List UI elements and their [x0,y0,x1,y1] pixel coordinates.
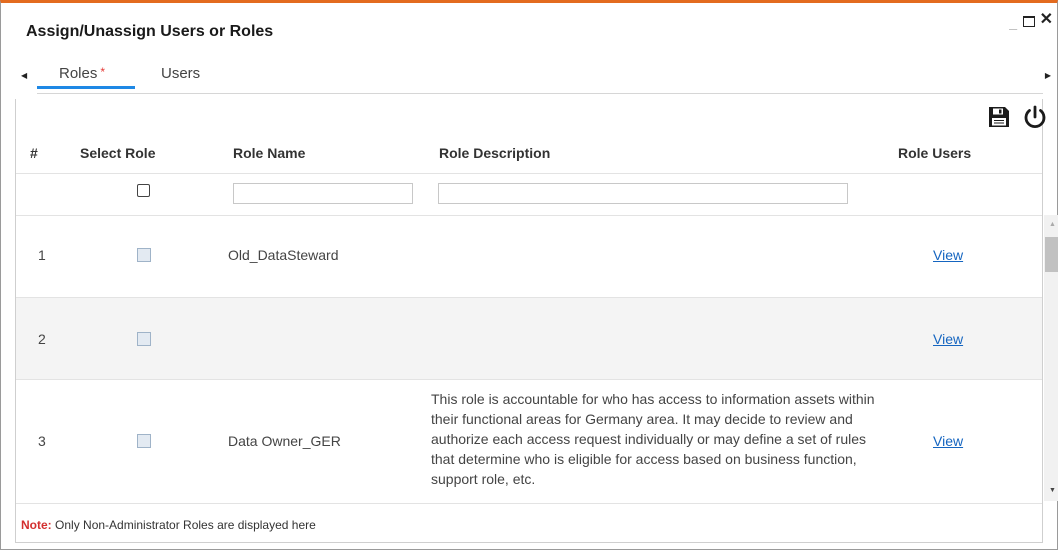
table-bottom-divider [16,503,1042,504]
assign-roles-dialog: Assign/Unassign Users or Roles _ ✕ ◀ Rol… [0,0,1058,550]
role-name: Data Owner_GER [228,433,341,449]
close-icon[interactable]: ✕ [1040,12,1053,28]
tab-scroll-left-icon[interactable]: ◀ [21,71,27,80]
tab-users[interactable]: Users [161,65,200,82]
header-role-name: Role Name [233,145,306,161]
table-row: 3 Data Owner_GER This role is accountabl… [16,380,1042,502]
role-description: This role is accountable for who has acc… [431,391,875,487]
role-checkbox[interactable] [137,434,151,448]
maximize-icon[interactable] [1023,16,1035,27]
row-number: 2 [38,331,46,347]
save-icon[interactable] [988,106,1010,128]
scrollbar-thumb[interactable] [1045,237,1058,272]
dialog-title: Assign/Unassign Users or Roles [26,23,274,40]
header-divider [16,173,1042,174]
note-label: Note: [21,518,52,532]
header-role-description: Role Description [439,145,551,161]
tab-roles[interactable]: Roles * [59,65,105,82]
row-number: 3 [38,433,46,449]
scroll-up-icon[interactable]: ▲ [1049,221,1056,228]
header-role-users: Role Users [898,145,972,161]
header-number: # [30,145,38,161]
role-checkbox[interactable] [137,248,151,262]
active-tab-indicator [37,86,135,89]
role-name-filter-input[interactable] [233,183,413,204]
view-users-link[interactable]: View [933,247,963,263]
role-description-filter-input[interactable] [438,183,848,204]
power-icon[interactable] [1022,104,1048,130]
header-select-role: Select Role [80,145,156,161]
note-text: Only Non-Administrator Roles are display… [55,518,316,532]
view-users-link[interactable]: View [933,433,963,449]
tab-scroll-right-icon[interactable]: ▶ [1045,71,1051,80]
scroll-down-icon[interactable]: ▼ [1049,487,1056,494]
required-marker: * [100,65,106,79]
tab-users-label: Users [161,65,201,82]
view-users-link[interactable]: View [933,331,963,347]
minimize-icon[interactable]: _ [1009,15,1017,29]
table-row: 2 View [16,298,1042,379]
row-number: 1 [38,247,46,263]
footer-note: Note: Only Non-Administrator Roles are d… [21,518,316,532]
table-row: 1 Old_DataSteward View [16,216,1042,297]
select-all-checkbox[interactable] [137,184,150,197]
role-name: Old_DataSteward [228,247,339,263]
tab-roles-label: Roles [59,65,98,82]
role-checkbox[interactable] [137,332,151,346]
tab-divider [37,93,1043,94]
